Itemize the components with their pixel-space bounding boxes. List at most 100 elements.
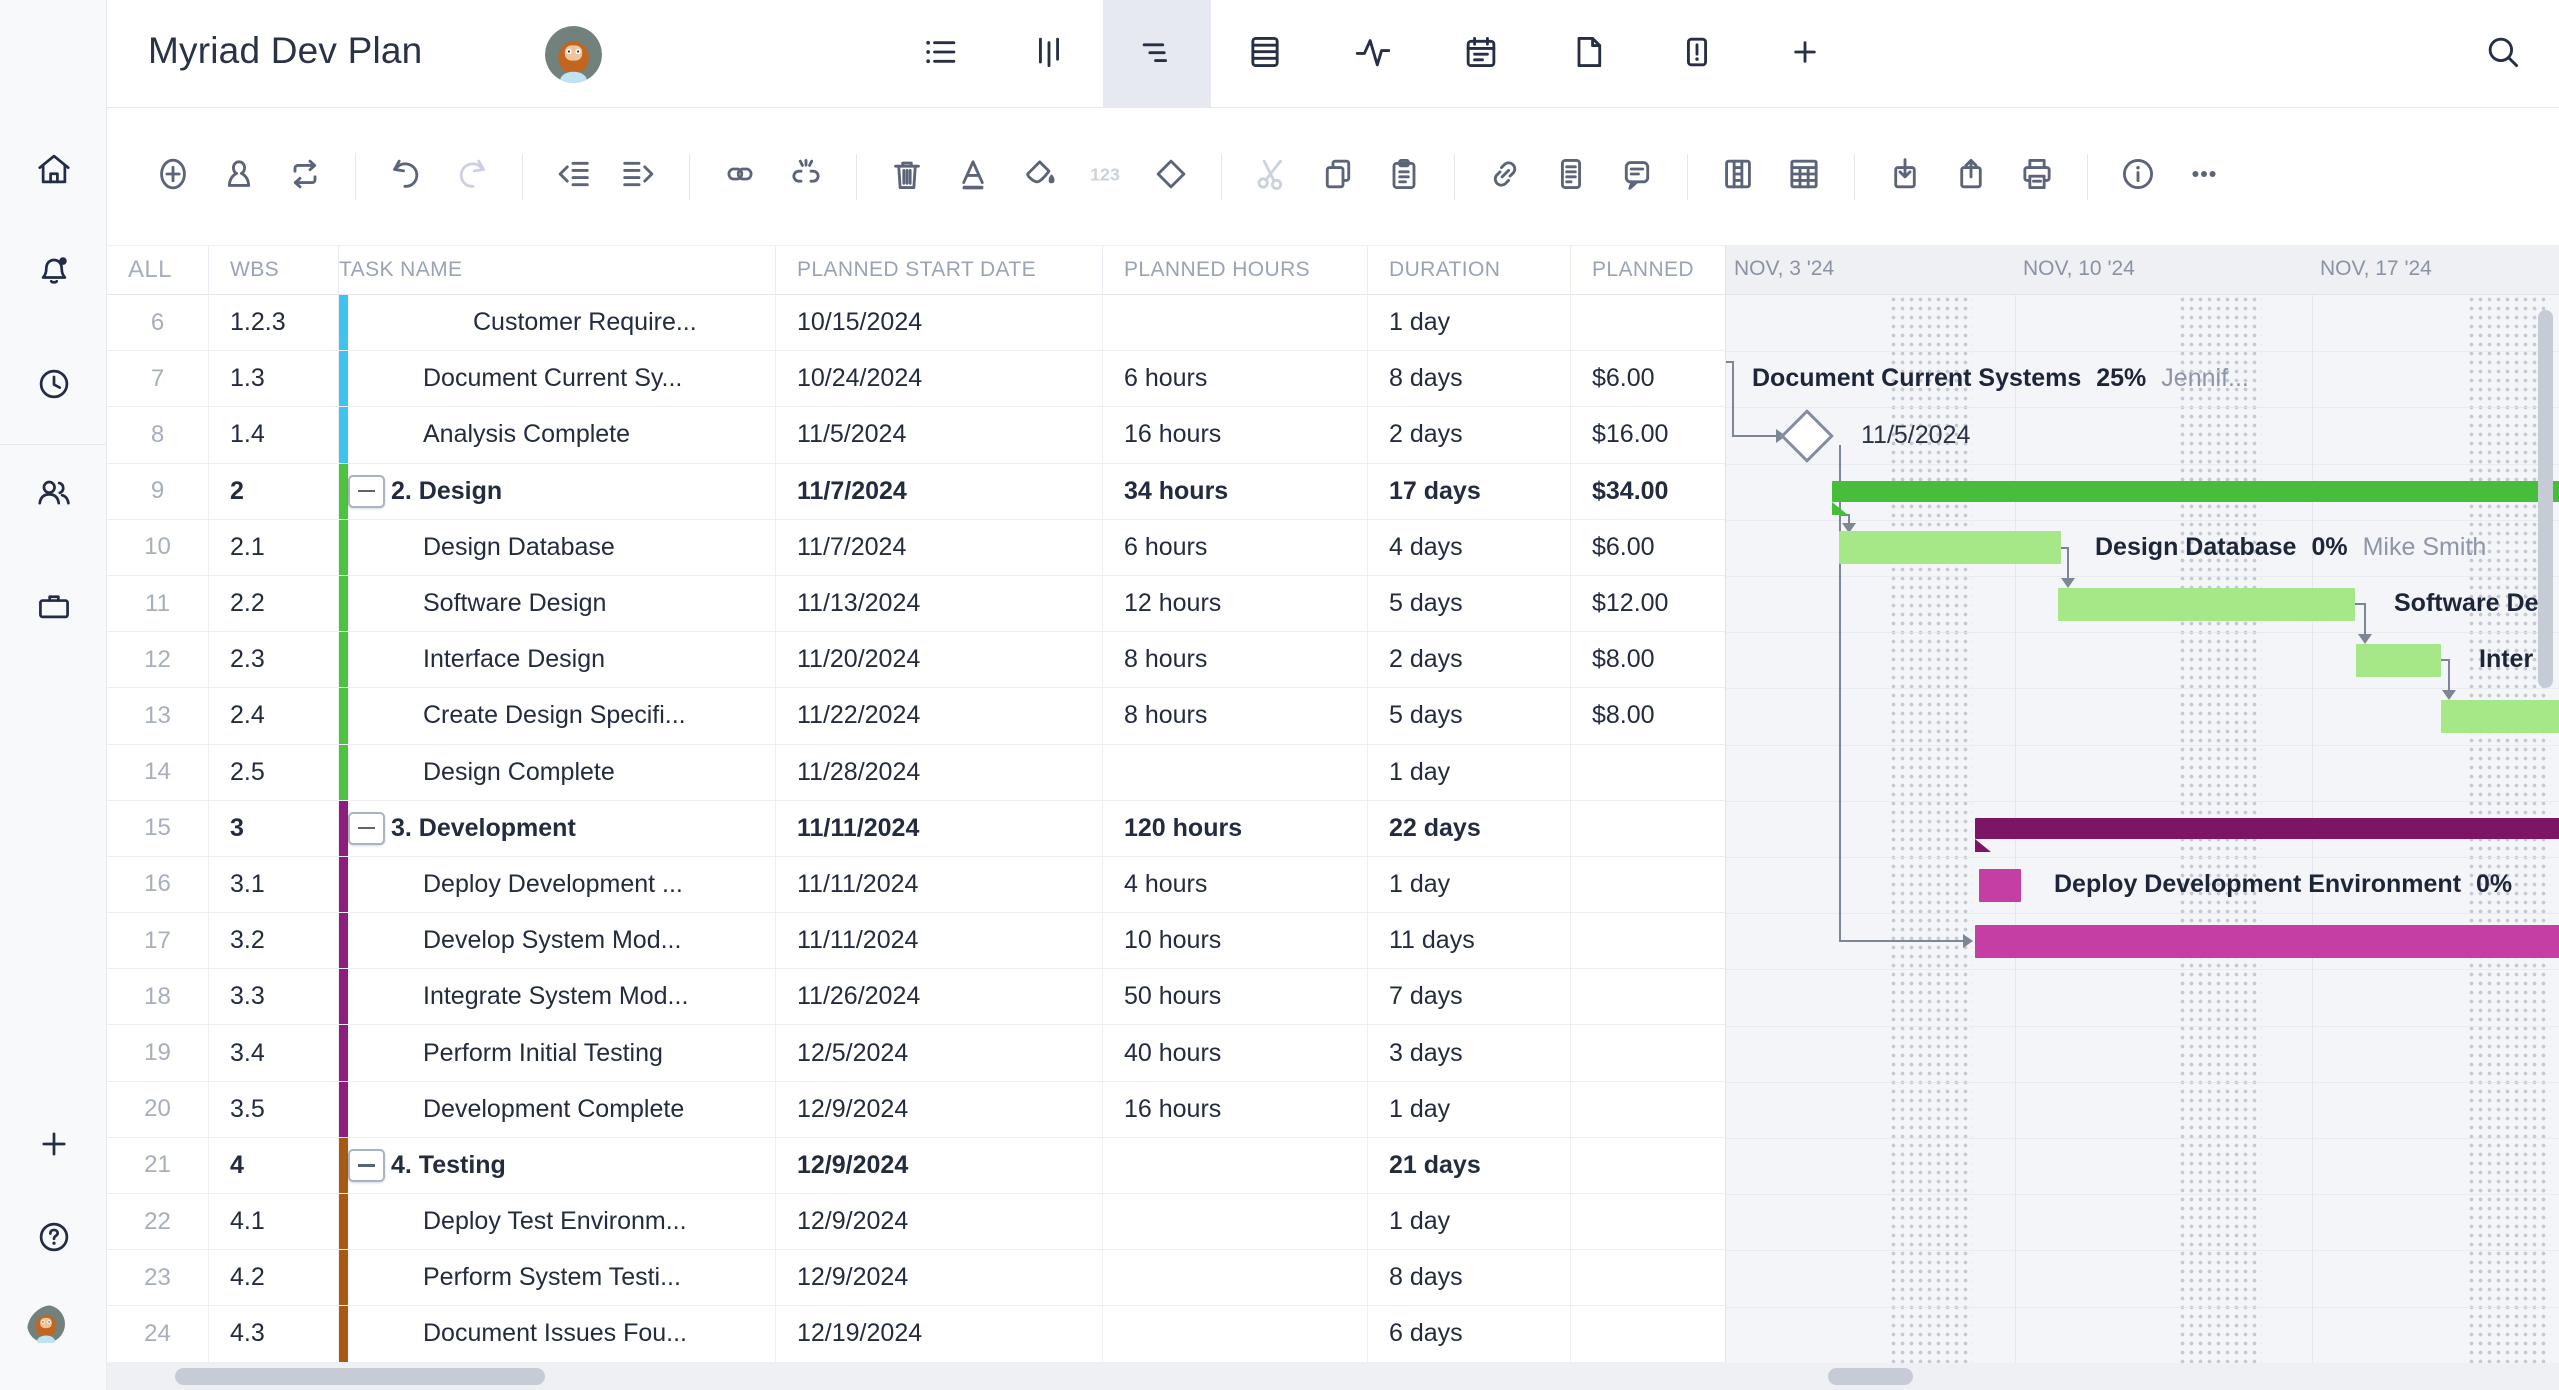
search-icon[interactable] [2483,32,2527,76]
planned-hours-cell[interactable] [1103,1137,1368,1193]
columns-toggle-button[interactable] [1712,151,1764,203]
planned-start-cell[interactable]: 11/11/2024 [776,800,1103,856]
milestone-diamond-button[interactable] [1145,151,1197,203]
column-header-planned-hours[interactable]: PLANNED HOURS [1103,246,1368,294]
sidebar-item-notifications-bell[interactable] [0,237,107,307]
task-name-cell[interactable]: 2. Design [339,463,776,519]
import-tray-button[interactable] [1879,151,1931,203]
planned-cost-cell[interactable] [1571,1082,1725,1137]
planned-cost-cell[interactable] [1571,801,1725,856]
column-header-all[interactable]: ALL [107,246,209,294]
duration-cell[interactable]: 3 days [1368,1025,1571,1081]
duration-cell[interactable]: 17 days [1368,463,1571,519]
planned-cost-cell[interactable] [1571,1025,1725,1080]
planned-start-cell[interactable]: 11/7/2024 [776,519,1103,575]
planned-cost-cell[interactable]: $6.00 [1571,351,1725,406]
column-header-task-name[interactable]: TASK NAME [339,246,776,294]
duration-cell[interactable]: 1 day [1368,1194,1571,1250]
duration-cell[interactable]: 5 days [1368,575,1571,632]
table-h-scroll-thumb[interactable] [175,1368,545,1385]
table-row[interactable]: 17 3.2 Develop System Mod... 11/11/2024 10 h… [107,913,1725,970]
planned-cost-cell[interactable] [1571,745,1725,800]
assign-user-button[interactable] [213,151,265,203]
task-bar-interface-design[interactable] [2356,643,2441,677]
add-circle-button[interactable] [147,151,199,203]
sidebar-item-help[interactable] [0,1204,107,1274]
task-name-cell[interactable]: Interface Design [339,632,776,688]
task-name-cell[interactable]: Development Complete [339,1081,776,1137]
wbs-cell[interactable]: 2 [209,463,339,519]
outdent-button[interactable] [547,151,599,203]
planned-hours-cell[interactable]: 6 hours [1103,351,1368,407]
comment-bubble-button[interactable] [1611,151,1663,203]
planned-start-cell[interactable]: 11/13/2024 [776,575,1103,632]
task-bar-deploy-development-environment[interactable] [1979,868,2021,902]
delete-trash-button[interactable] [881,151,933,203]
column-header-duration[interactable]: DURATION [1368,246,1571,294]
wbs-cell[interactable]: 3.5 [209,1081,339,1137]
wbs-cell[interactable]: 4.3 [209,1306,339,1362]
wbs-cell[interactable]: 3.4 [209,1025,339,1081]
milestone-diamond-analysis-complete[interactable] [1780,408,1834,463]
duration-cell[interactable]: 21 days [1368,1137,1571,1193]
task-name-cell[interactable]: Perform Initial Testing [339,1025,776,1081]
planned-cost-cell[interactable] [1571,969,1725,1024]
collapse-toggle[interactable] [348,1148,385,1182]
wbs-cell[interactable]: 2.2 [209,575,339,632]
duration-cell[interactable]: 1 day [1368,744,1571,800]
task-name-cell[interactable]: 4. Testing [339,1137,776,1193]
sidebar-item-team[interactable] [0,460,107,530]
planned-cost-cell[interactable]: $6.00 [1571,520,1725,575]
copy-button[interactable] [1312,151,1364,203]
task-name-cell[interactable]: Perform System Testi... [339,1250,776,1306]
table-row[interactable]: 16 3.1 Deploy Development ... 11/11/2024 4 h… [107,856,1725,914]
wbs-cell[interactable]: 1.3 [209,351,339,407]
planned-hours-cell[interactable]: 16 hours [1103,1081,1368,1137]
wbs-cell[interactable]: 2.4 [209,688,339,744]
task-bar-design-database[interactable] [1839,531,2061,565]
planned-cost-cell[interactable] [1571,1250,1725,1305]
task-name-cell[interactable]: Software Design [339,575,776,632]
planned-hours-cell[interactable]: 8 hours [1103,688,1368,744]
project-owner-avatar[interactable] [545,26,602,83]
task-bar-develop-system-modules[interactable] [1975,924,2559,958]
task-name-cell[interactable]: Integrate System Mod... [339,969,776,1025]
table-row[interactable]: 18 3.3 Integrate System Mod... 11/26/2024 50… [107,969,1725,1026]
table-row[interactable]: 19 3.4 Perform Initial Testing 12/5/2024 40 … [107,1025,1725,1082]
notes-doc-button[interactable] [1545,151,1597,203]
undo-button[interactable] [380,151,432,203]
duration-cell[interactable]: 2 days [1368,407,1571,463]
planned-start-cell[interactable]: 12/5/2024 [776,1025,1103,1081]
planned-hours-cell[interactable]: 12 hours [1103,575,1368,632]
task-bar-software-design[interactable] [2058,587,2355,621]
vertical-scrollbar-thumb[interactable] [2538,310,2553,688]
wbs-cell[interactable]: 3.3 [209,969,339,1025]
planned-hours-cell[interactable]: 40 hours [1103,1025,1368,1081]
attachment-link-button[interactable] [1479,151,1531,203]
planned-cost-cell[interactable]: $16.00 [1571,407,1725,462]
summary-bar-2-design[interactable] [1832,481,2559,503]
column-header-wbs[interactable]: WBS [209,246,339,294]
planned-start-cell[interactable]: 11/11/2024 [776,856,1103,913]
planned-hours-cell[interactable]: 16 hours [1103,407,1368,463]
table-row[interactable]: 24 4.3 Document Issues Fou... 12/19/2024 6 d… [107,1306,1725,1363]
task-name-cell[interactable]: Document Current Sy... [339,351,776,407]
wbs-cell[interactable]: 2.1 [209,519,339,575]
planned-cost-cell[interactable] [1571,857,1725,912]
sidebar-item-portfolio[interactable] [0,573,107,643]
planned-hours-cell[interactable]: 34 hours [1103,463,1368,519]
task-name-cell[interactable]: Deploy Development ... [339,856,776,913]
column-header-planned-start-date[interactable]: PLANNED START DATE [776,246,1103,294]
tab-files-view[interactable] [1535,0,1643,108]
tab-activity-view[interactable] [1319,0,1427,108]
wbs-cell[interactable]: 4 [209,1137,339,1193]
table-row[interactable]: 10 2.1 Design Database 11/7/2024 6 hours 4 da… [107,519,1725,576]
collapse-toggle[interactable] [348,474,385,508]
planned-start-cell[interactable]: 10/15/2024 [776,295,1103,351]
collapse-toggle[interactable] [348,811,385,845]
wbs-cell[interactable]: 2.3 [209,632,339,688]
indent-button[interactable] [613,151,665,203]
task-name-cell[interactable]: Design Database [339,519,776,575]
planned-start-cell[interactable]: 11/22/2024 [776,688,1103,744]
task-name-cell[interactable]: Customer Require... [339,295,776,351]
